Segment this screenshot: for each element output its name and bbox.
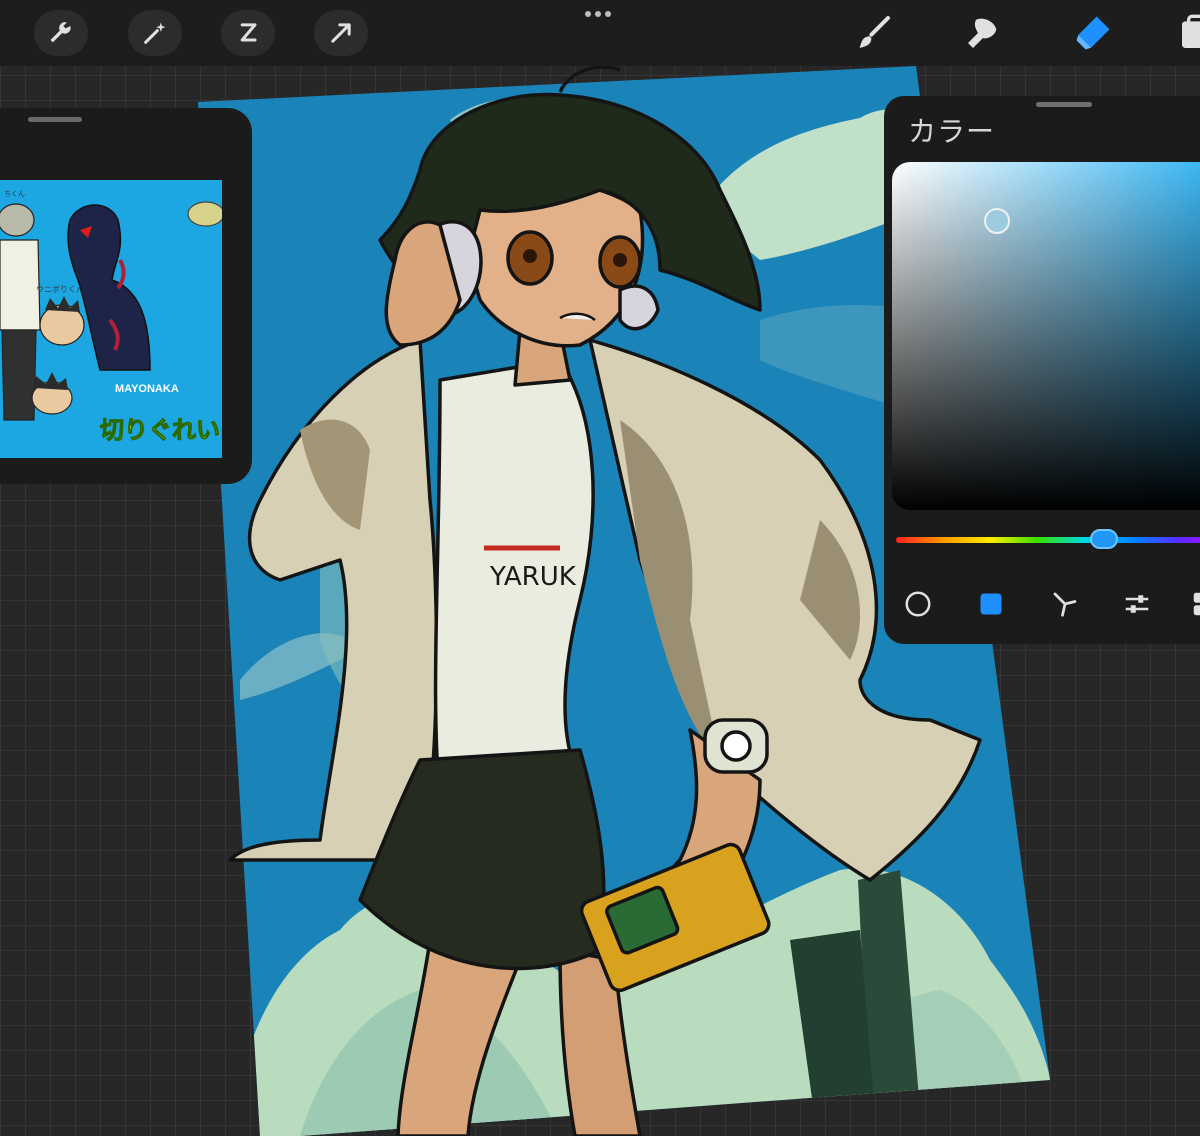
transform-button[interactable]	[314, 10, 368, 56]
more-options-icon[interactable]	[578, 4, 618, 24]
reference-text-logo: 切りぐれい	[100, 416, 220, 444]
color-panel-title: カラー	[908, 116, 996, 147]
color-panel[interactable]: カラー	[884, 96, 1200, 644]
layers-icon	[1182, 14, 1200, 48]
magic-wand-icon	[144, 22, 166, 44]
hue-slider[interactable]	[896, 537, 1200, 543]
arrow-cursor-icon	[331, 23, 351, 43]
selection-button[interactable]	[221, 10, 275, 56]
brush-tool-button[interactable]	[846, 6, 900, 60]
actions-button[interactable]	[34, 10, 88, 56]
disc-mode-icon	[905, 591, 931, 617]
palettes-mode-button[interactable]	[1187, 588, 1200, 620]
shirt-text: YARUK	[489, 562, 577, 592]
layers-tool-button[interactable]	[1170, 6, 1200, 60]
color-picker-handle[interactable]	[984, 208, 1010, 234]
wrench-icon	[50, 22, 71, 43]
classic-mode-button[interactable]	[973, 588, 1009, 620]
reference-text-uni: ウニボりくん	[36, 285, 84, 294]
reference-text-small: ちくん	[4, 190, 25, 198]
hue-slider-handle[interactable]	[1090, 529, 1118, 549]
selection-icon	[240, 23, 257, 42]
eraser-tool-button[interactable]	[1066, 6, 1120, 60]
harmony-mode-icon	[1053, 592, 1077, 617]
reference-panel-grabber[interactable]	[28, 117, 82, 122]
value-mode-icon	[1125, 595, 1149, 613]
saturation-brightness-square[interactable]	[892, 162, 1200, 510]
top-toolbar	[0, 0, 1200, 66]
harmony-mode-button[interactable]	[1047, 588, 1083, 620]
value-mode-button[interactable]	[1119, 588, 1155, 620]
smudge-tool-button[interactable]	[956, 6, 1010, 60]
classic-mode-icon	[980, 593, 1002, 615]
reference-panel[interactable]: MAYONAKA ウニボりくん ちくん 切りぐれい	[0, 108, 252, 484]
eraser-icon	[1076, 16, 1110, 50]
reference-text-mayonaka: MAYONAKA	[115, 383, 179, 395]
palettes-mode-icon	[1193, 592, 1200, 616]
disc-mode-button[interactable]	[900, 588, 936, 620]
adjustments-button[interactable]	[128, 10, 182, 56]
brush-icon	[859, 16, 890, 48]
smudge-icon	[968, 18, 997, 48]
reference-image: MAYONAKA ウニボりくん ちくん 切りぐれい	[0, 180, 222, 458]
color-panel-grabber[interactable]	[1036, 102, 1092, 107]
